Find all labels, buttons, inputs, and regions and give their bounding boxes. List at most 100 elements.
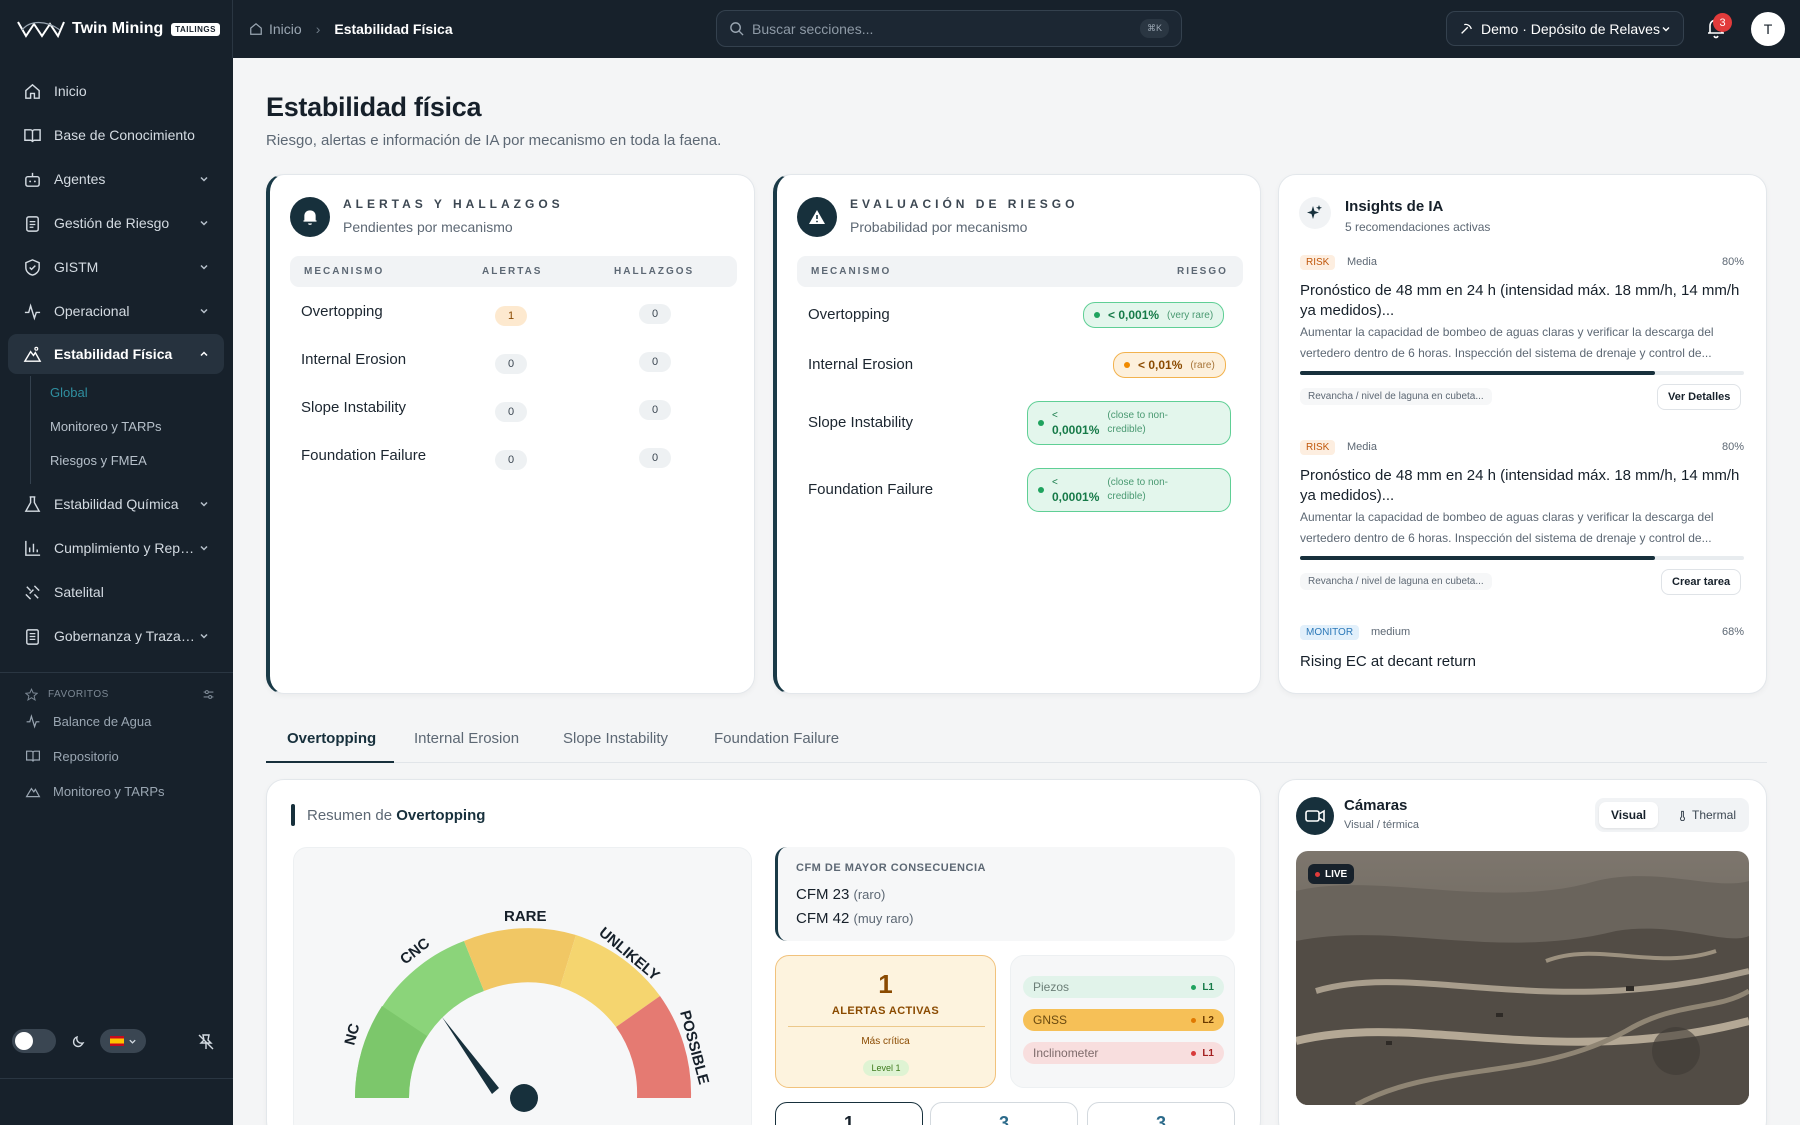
risk-value-group: < 0,0001%	[1052, 476, 1099, 504]
warning-icon	[809, 210, 825, 224]
language-selector[interactable]	[100, 1029, 146, 1053]
risk-badge[interactable]: < 0,01% (rare)	[1113, 352, 1226, 378]
insight-level: Media	[1347, 256, 1377, 268]
sidebar-item-label: Agentes	[54, 171, 106, 187]
findings-count[interactable]: 0	[639, 400, 671, 420]
pin-off-icon[interactable]	[196, 1032, 216, 1052]
alerts-count[interactable]: 0	[495, 450, 527, 470]
cfm-item[interactable]: CFM 42 (muy raro)	[796, 910, 913, 927]
brand[interactable]: Twin Mining TAILINGS	[0, 0, 233, 58]
search-box[interactable]: ⌘K	[716, 10, 1182, 47]
sidebar-item-label: Cumplimiento y Reportes	[54, 540, 198, 556]
theme-toggle[interactable]	[12, 1029, 56, 1053]
visual-mode-button[interactable]: Visual	[1599, 802, 1659, 828]
bar-chart-icon	[25, 540, 41, 556]
chevron-down-icon	[200, 264, 208, 270]
video-camera-icon	[1296, 797, 1334, 835]
summary-title: Resumen de Overtopping	[307, 807, 485, 824]
insight-body: Aumentar la capacidad de bombeo de aguas…	[1300, 510, 1714, 545]
instrument-row-inclinometer[interactable]: Inclinometer L1	[1023, 1042, 1224, 1064]
tab-internal-erosion[interactable]: Internal Erosion	[414, 730, 519, 747]
active-alerts-card[interactable]: 1 ALERTAS ACTIVAS Más crítica Level 1	[775, 955, 996, 1088]
risk-value: < 0,01%	[1138, 358, 1183, 372]
sliders-icon[interactable]	[202, 688, 215, 701]
instrument-row-gnss[interactable]: GNSS L2	[1023, 1009, 1224, 1031]
alerts-count[interactable]: 0	[495, 402, 527, 422]
sidebar-subitem-riesgos[interactable]: Riesgos y FMEA	[50, 453, 147, 468]
findings-count[interactable]: 0	[639, 304, 671, 324]
favorite-label: Balance de Agua	[53, 713, 152, 729]
mini-stat-card[interactable]: 1	[775, 1102, 923, 1125]
mini-stat-card[interactable]: 3	[1087, 1102, 1235, 1125]
status-dot	[1094, 312, 1100, 318]
sidebar-item-estabilidad-fisica[interactable]: Estabilidad Física	[8, 334, 224, 374]
cfm-item[interactable]: CFM 23 (raro)	[796, 886, 885, 903]
sidebar-item-cumplimiento[interactable]: Cumplimiento y Reportes	[8, 528, 224, 568]
cfm-title: CFM DE MAYOR CONSECUENCIA	[796, 862, 986, 874]
page-title: Estabilidad física	[266, 92, 482, 122]
sidebar-item-agentes[interactable]: Agentes	[8, 159, 224, 199]
findings-count[interactable]: 0	[639, 448, 671, 468]
sidebar-item-gistm[interactable]: GISTM	[8, 247, 224, 287]
risk-badge[interactable]: < 0,001% (very rare)	[1083, 302, 1225, 328]
thermal-mode-button[interactable]: Thermal	[1665, 802, 1748, 828]
insights-subtitle: 5 recomendaciones activas	[1345, 220, 1491, 234]
alerts-card-subtitle: Pendientes por mecanismo	[343, 219, 513, 235]
cfm-note: (raro)	[853, 887, 886, 902]
risk-prefix: <	[1052, 477, 1058, 488]
breadcrumb: Inicio › Estabilidad Física	[249, 21, 453, 37]
moon-icon[interactable]	[70, 1032, 88, 1050]
alerts-count[interactable]: 1	[495, 306, 527, 326]
bot-icon	[25, 172, 40, 187]
sidebar-item-satelital[interactable]: Satelital	[8, 572, 224, 612]
risk-assessment-card: EVALUACIÓN DE RIESGO Probabilidad por me…	[773, 174, 1261, 694]
sidebar-item-gestion-riesgo[interactable]: Gestión de Riesgo	[8, 203, 224, 243]
risk-value: 0,0001%	[1052, 490, 1100, 504]
insight-source-chip: Revancha / nivel de laguna en cubeta...	[1300, 573, 1492, 590]
sidebar-item-operacional[interactable]: Operacional	[8, 291, 224, 331]
tab-slope-instability[interactable]: Slope Instability	[563, 730, 668, 747]
spain-flag-icon	[109, 1036, 124, 1046]
col-header: MECANISMO	[811, 266, 892, 277]
camera-mode-toggle: Visual Thermal	[1595, 798, 1749, 832]
favorite-label: Repositorio	[53, 748, 119, 764]
favorites-label: FAVORITOS	[48, 689, 109, 700]
search-input[interactable]	[752, 20, 1140, 37]
gauge-svg: NC CNC RARE UNLIKELY POSSIBLE	[341, 908, 712, 1112]
sidebar-item-label: Estabilidad Física	[54, 346, 173, 362]
favorite-repositorio[interactable]: Repositorio	[25, 748, 119, 764]
favorite-balance-agua[interactable]: Balance de Agua	[25, 713, 151, 729]
instrument-row-piezos[interactable]: Piezos L1	[1023, 976, 1224, 998]
sidebar-item-gobernanza[interactable]: Gobernanza y Trazabilidad	[8, 616, 224, 656]
breadcrumb-home[interactable]: Inicio	[269, 21, 302, 37]
risk-badge[interactable]: < 0,0001% (close to non-credible)	[1027, 401, 1231, 445]
sidebar-item-base-conocimiento[interactable]: Base de Conocimiento	[8, 115, 224, 155]
sidebar-item-estabilidad-quimica[interactable]: Estabilidad Química	[8, 484, 224, 524]
view-details-button[interactable]: Ver Detalles	[1657, 384, 1742, 410]
cameras-title: Cámaras	[1344, 797, 1408, 814]
risk-card-subtitle: Probabilidad por mecanismo	[850, 219, 1028, 235]
sidebar-divider	[0, 672, 233, 673]
sidebar-item-inicio[interactable]: Inicio	[8, 71, 224, 111]
confidence-bar	[1300, 556, 1744, 560]
sidebar-subitem-monitoreo[interactable]: Monitoreo y TARPs	[50, 419, 162, 434]
tab-overtopping[interactable]: Overtopping	[287, 730, 376, 747]
findings-count[interactable]: 0	[639, 352, 671, 372]
camera-feed[interactable]	[1296, 851, 1749, 1105]
sidebar-subitem-global[interactable]: Global	[50, 385, 88, 400]
tab-foundation-failure[interactable]: Foundation Failure	[714, 730, 839, 747]
alerts-count[interactable]: 0	[495, 354, 527, 374]
risk-badge[interactable]: < 0,0001% (close to non-credible)	[1027, 468, 1231, 512]
mini-stat-card[interactable]: 3	[930, 1102, 1078, 1125]
cfm-note: (muy raro)	[853, 911, 914, 926]
sidebar-footer-divider	[0, 1078, 233, 1079]
site-selector[interactable]: Demo · Depósito de Relaves	[1446, 11, 1684, 46]
favorite-monitoreo[interactable]: Monitoreo y TARPs	[25, 783, 165, 799]
create-task-button[interactable]: Crear tarea	[1661, 569, 1742, 595]
confidence-fill	[1300, 371, 1656, 375]
status-dot	[1038, 420, 1044, 426]
insight-tag: RISK	[1300, 255, 1336, 270]
bell-icon	[303, 210, 317, 225]
status-dot	[1191, 1050, 1197, 1056]
avatar[interactable]: T	[1751, 12, 1785, 46]
